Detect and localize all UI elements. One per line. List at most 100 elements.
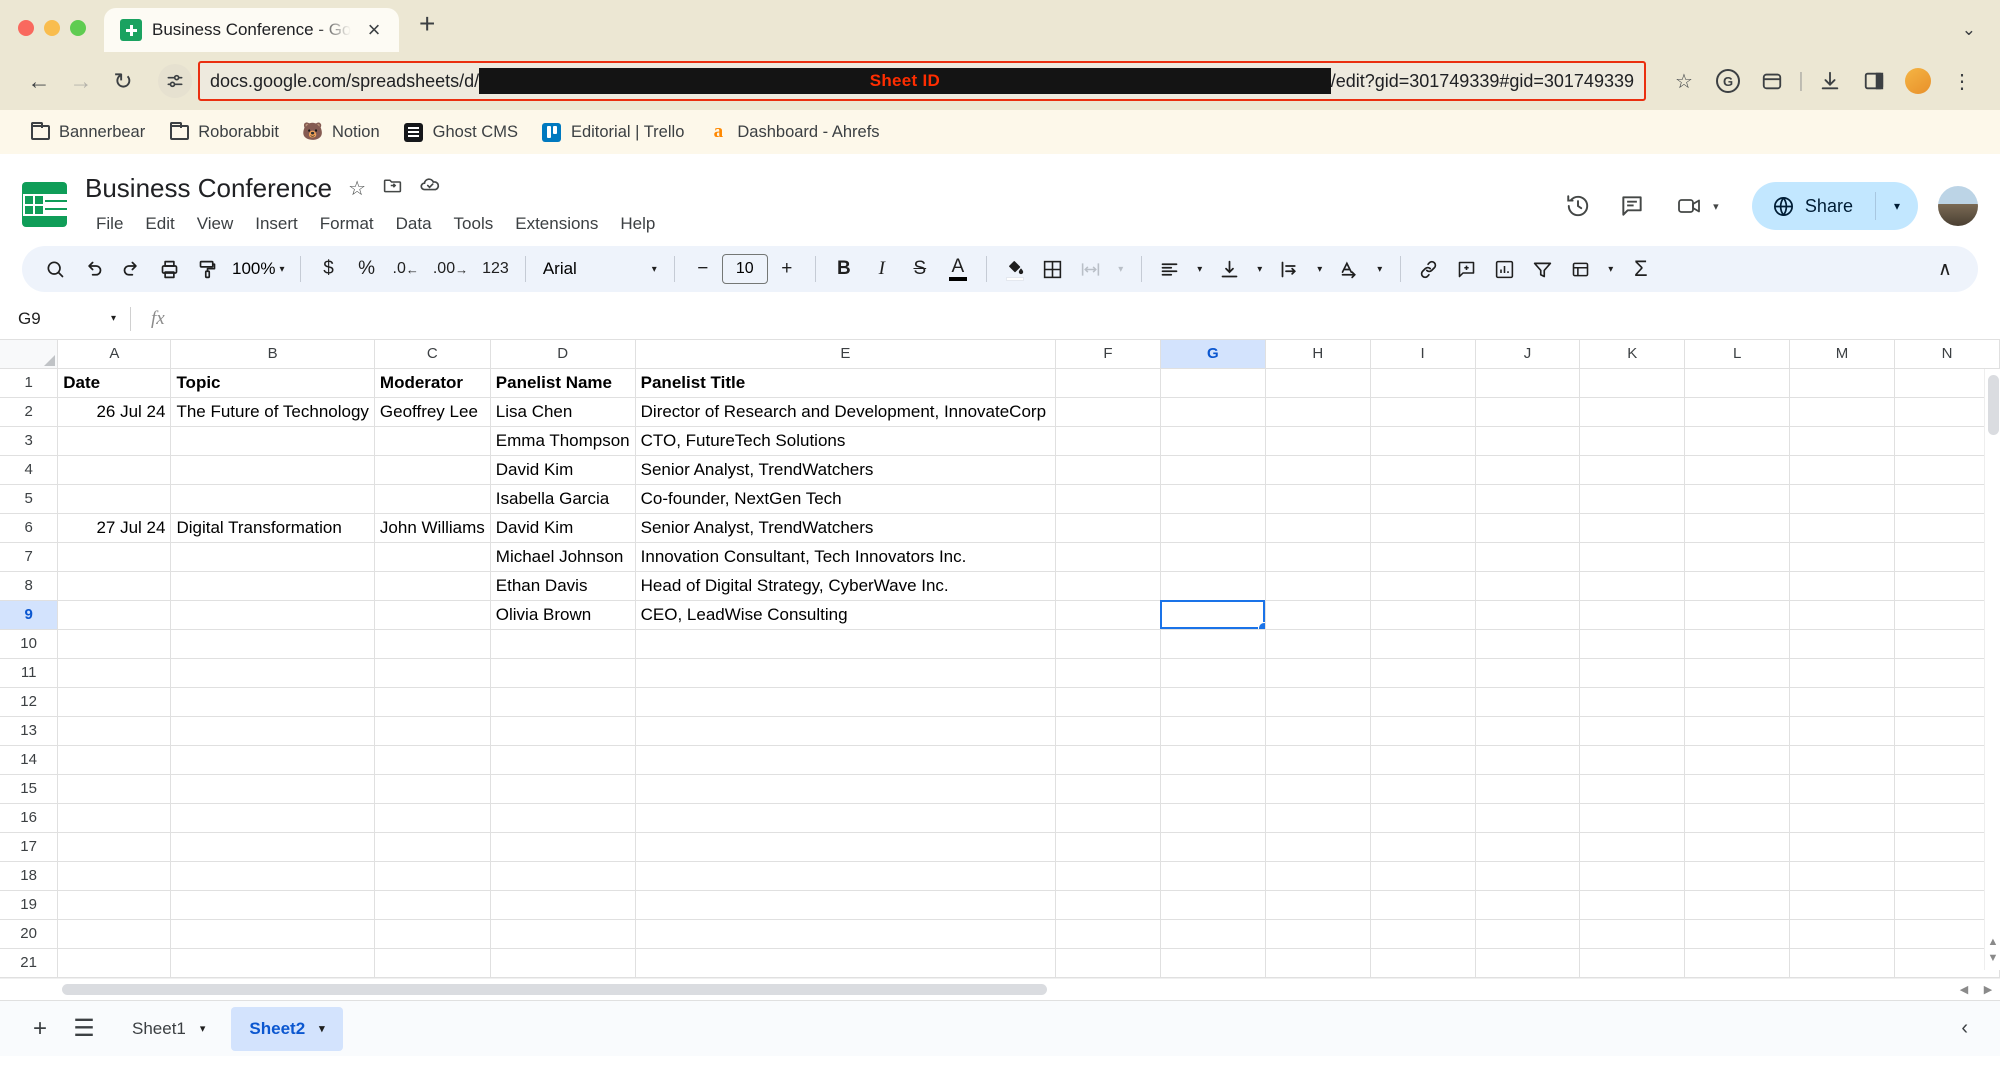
extensions-icon[interactable] [1752,61,1792,101]
cell-i2[interactable] [1370,397,1475,426]
cell-j14[interactable] [1475,745,1580,774]
cell-a6[interactable]: 27 Jul 24 [58,513,171,542]
cell-a20[interactable] [58,919,171,948]
percent-format-button[interactable]: % [348,251,386,287]
download-icon[interactable] [1810,61,1850,101]
chevron-down-icon[interactable]: ▾ [319,1022,325,1035]
cell-a11[interactable] [58,658,171,687]
more-formats-button[interactable]: 123 [475,251,516,287]
cell-l15[interactable] [1685,774,1790,803]
cell-j11[interactable] [1475,658,1580,687]
cell-j5[interactable] [1475,484,1580,513]
cell-l12[interactable] [1685,687,1790,716]
cell-g12[interactable] [1160,687,1265,716]
cell-i15[interactable] [1370,774,1475,803]
cell-l7[interactable] [1685,542,1790,571]
chevron-down-icon[interactable]: ▾ [1369,251,1391,287]
cell-k5[interactable] [1580,484,1685,513]
cell-m3[interactable] [1790,426,1895,455]
row-header-16[interactable]: 16 [0,803,58,832]
column-header-f[interactable]: F [1056,340,1161,368]
cell-d16[interactable] [490,803,635,832]
cell-f21[interactable] [1056,948,1161,977]
cell-m4[interactable] [1790,455,1895,484]
cell-b3[interactable] [171,426,374,455]
cell-j20[interactable] [1475,919,1580,948]
cell-l1[interactable] [1685,368,1790,397]
cell-i18[interactable] [1370,861,1475,890]
cell-e5[interactable]: Co-founder, NextGen Tech [635,484,1055,513]
cell-i11[interactable] [1370,658,1475,687]
cell-c1[interactable]: Moderator [374,368,490,397]
cell-c8[interactable] [374,571,490,600]
cell-e9[interactable]: CEO, LeadWise Consulting [635,600,1055,629]
cell-k12[interactable] [1580,687,1685,716]
horizontal-scrollbar[interactable] [60,984,1952,995]
cell-h12[interactable] [1265,687,1370,716]
grammarly-icon[interactable]: G [1708,61,1748,101]
currency-format-button[interactable]: $ [310,251,348,287]
cell-e7[interactable]: Innovation Consultant, Tech Innovators I… [635,542,1055,571]
cell-i6[interactable] [1370,513,1475,542]
cell-l13[interactable] [1685,716,1790,745]
cell-l21[interactable] [1685,948,1790,977]
cell-h3[interactable] [1265,426,1370,455]
cell-a13[interactable] [58,716,171,745]
vertical-scrollbar[interactable]: ▲ ▼ [1984,369,2000,970]
cell-m21[interactable] [1790,948,1895,977]
chevron-down-icon[interactable]: ▾ [111,313,116,324]
cell-m12[interactable] [1790,687,1895,716]
row-header-14[interactable]: 14 [0,745,58,774]
column-header-b[interactable]: B [171,340,374,368]
cell-b19[interactable] [171,890,374,919]
cell-g15[interactable] [1160,774,1265,803]
cell-d4[interactable]: David Kim [490,455,635,484]
cell-b12[interactable] [171,687,374,716]
cell-c19[interactable] [374,890,490,919]
scroll-right-arrow-icon[interactable]: ▶ [1976,983,2000,996]
cloud-saved-icon[interactable] [419,174,441,202]
redo-icon[interactable] [112,251,150,287]
cell-b8[interactable] [171,571,374,600]
cell-f19[interactable] [1056,890,1161,919]
cell-k2[interactable] [1580,397,1685,426]
cell-i9[interactable] [1370,600,1475,629]
cell-f4[interactable] [1056,455,1161,484]
row-header-15[interactable]: 15 [0,774,58,803]
cell-h5[interactable] [1265,484,1370,513]
cell-h18[interactable] [1265,861,1370,890]
cell-m5[interactable] [1790,484,1895,513]
cell-d8[interactable]: Ethan Davis [490,571,635,600]
column-header-i[interactable]: I [1370,340,1475,368]
cell-d17[interactable] [490,832,635,861]
zoom-control[interactable]: 100% ▾ [226,259,291,279]
cell-b6[interactable]: Digital Transformation [171,513,374,542]
paint-format-icon[interactable] [188,251,226,287]
cell-i14[interactable] [1370,745,1475,774]
cell-k7[interactable] [1580,542,1685,571]
cell-m6[interactable] [1790,513,1895,542]
name-box[interactable]: G9 ▾ [0,298,130,339]
chevron-down-icon[interactable]: ▾ [1110,251,1132,287]
cell-a15[interactable] [58,774,171,803]
forward-button[interactable]: → [60,60,102,102]
cell-j10[interactable] [1475,629,1580,658]
row-header-6[interactable]: 6 [0,513,58,542]
cell-i10[interactable] [1370,629,1475,658]
horizontal-align-icon[interactable] [1151,251,1189,287]
cell-l20[interactable] [1685,919,1790,948]
font-size-input[interactable]: 10 [722,254,768,284]
cell-l17[interactable] [1685,832,1790,861]
cell-d11[interactable] [490,658,635,687]
cell-f13[interactable] [1056,716,1161,745]
scroll-down-arrow-icon[interactable]: ▼ [1987,952,1999,964]
cell-m7[interactable] [1790,542,1895,571]
cell-c2[interactable]: Geoffrey Lee [374,397,490,426]
cell-j7[interactable] [1475,542,1580,571]
bookmark-roborabbit[interactable]: Roborabbit [157,116,291,148]
cell-k1[interactable] [1580,368,1685,397]
cell-j3[interactable] [1475,426,1580,455]
cell-c11[interactable] [374,658,490,687]
cell-d12[interactable] [490,687,635,716]
collapse-toolbar-button[interactable]: ∧ [1926,251,1964,287]
